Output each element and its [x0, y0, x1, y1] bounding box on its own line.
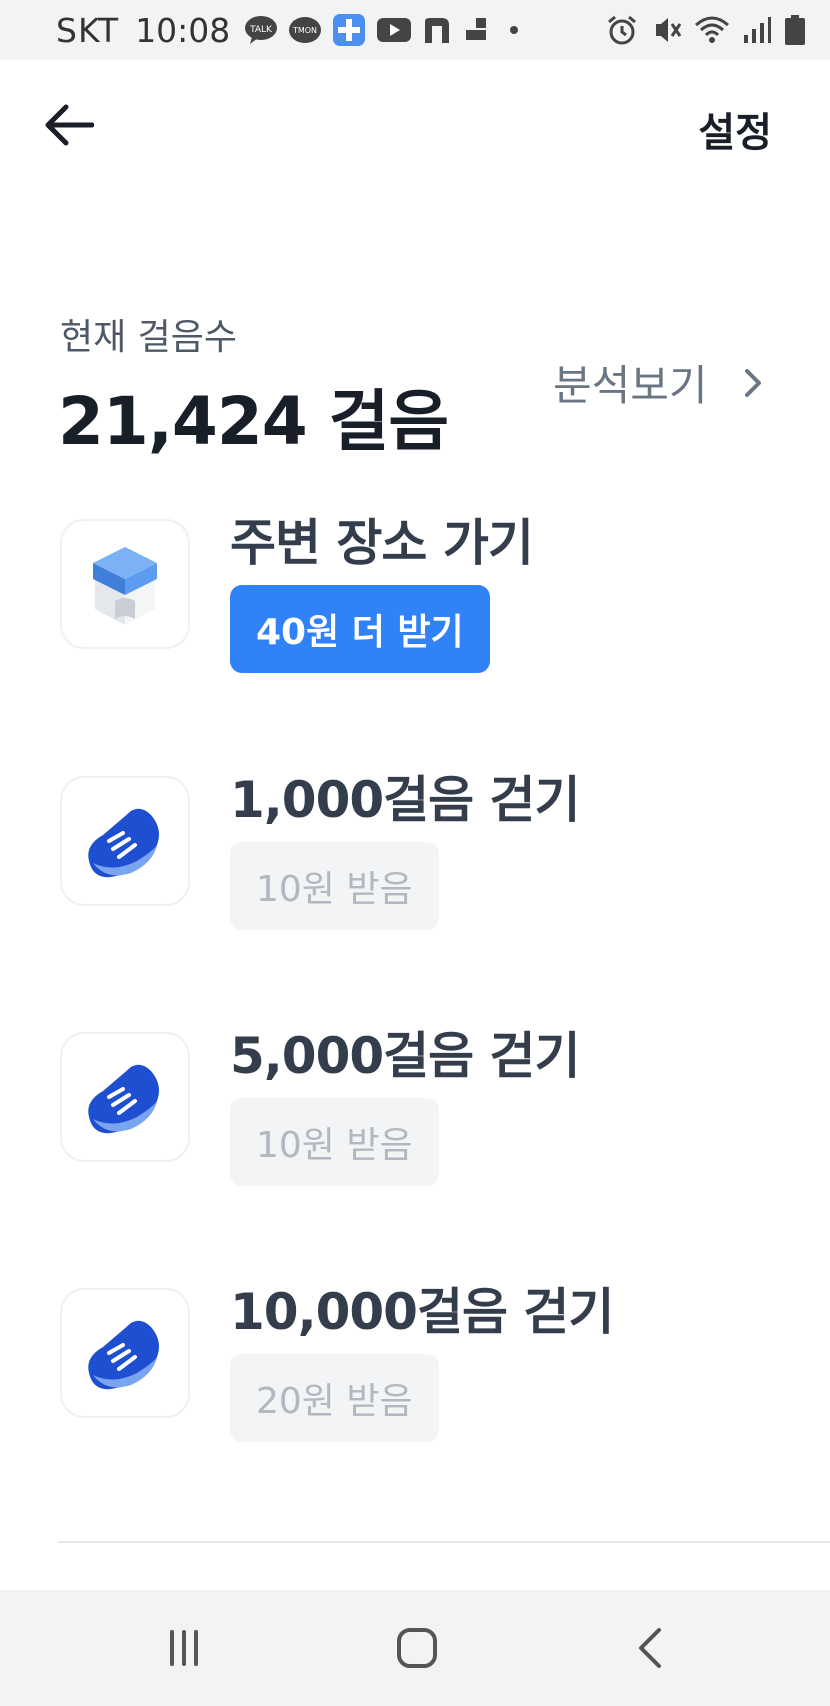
recent-apps-icon	[170, 1630, 198, 1666]
status-bar: SKT 10:08 TALK TMON	[0, 0, 830, 60]
home-icon	[397, 1628, 437, 1668]
notification-icons: TALK TMON	[244, 13, 528, 47]
shoe-icon	[88, 1064, 159, 1134]
system-nav-bar	[0, 1590, 830, 1706]
mission-title: 1,000걸음 걷기	[230, 771, 581, 829]
place-marker-icon	[93, 547, 157, 625]
clock: 10:08	[135, 10, 231, 50]
divider	[58, 1541, 830, 1543]
vibrate-icon	[650, 14, 682, 46]
wifi-icon	[694, 15, 730, 45]
alarm-icon	[606, 14, 638, 46]
naver-icon	[422, 15, 452, 45]
analysis-label: 분석보기	[553, 361, 708, 410]
reward-button[interactable]: 40원 더 받기	[230, 585, 490, 673]
settings-button[interactable]: 설정	[698, 100, 772, 158]
tmon-icon: TMON	[288, 15, 322, 45]
carrier-label: SKT	[56, 10, 120, 50]
plus-app-icon	[332, 13, 366, 47]
back-icon	[639, 1628, 661, 1668]
mission-item: 주변 장소 가기 40원 더 받기	[0, 514, 830, 689]
steps-label: 현재 걸음수	[60, 317, 238, 358]
mission-icon-box	[60, 776, 190, 906]
analysis-link[interactable]: 분석보기	[553, 352, 762, 413]
reward-badge: 10원 받음	[230, 1098, 439, 1186]
mission-item: 1,000걸음 걷기 10원 받음	[0, 771, 830, 946]
svg-text:TMON: TMON	[292, 26, 317, 35]
mission-icon-box	[60, 1288, 190, 1418]
top-app-bar: 설정	[0, 60, 830, 190]
arrow-left-icon	[45, 104, 94, 146]
back-button[interactable]	[40, 100, 96, 150]
system-icons	[606, 14, 806, 46]
app-icon	[462, 16, 490, 44]
battery-icon	[784, 14, 806, 46]
mission-icon-box	[60, 519, 190, 649]
home-button[interactable]	[387, 1620, 447, 1676]
svg-text:TALK: TALK	[249, 25, 273, 35]
signal-icon	[742, 15, 772, 45]
reward-badge: 20원 받음	[230, 1354, 439, 1442]
mission-title: 주변 장소 가기	[230, 514, 534, 572]
mission-item: 10,000걸음 걷기 20원 받음	[0, 1283, 830, 1458]
mission-icon-box	[60, 1032, 190, 1162]
mission-item: 5,000걸음 걷기 10원 받음	[0, 1027, 830, 1202]
system-back-button[interactable]	[620, 1620, 680, 1676]
dot-icon	[500, 16, 528, 44]
recent-apps-button[interactable]	[154, 1620, 214, 1676]
youtube-icon	[376, 16, 412, 44]
reward-badge: 10원 받음	[230, 842, 439, 930]
kakaotalk-icon: TALK	[244, 15, 278, 45]
shoe-icon	[88, 1320, 159, 1390]
mission-title: 10,000걸음 걷기	[230, 1283, 614, 1341]
shoe-icon	[88, 808, 159, 878]
mission-title: 5,000걸음 걷기	[230, 1027, 581, 1085]
steps-count: 21,424 걸음	[58, 383, 449, 460]
chevron-right-icon	[744, 368, 762, 398]
